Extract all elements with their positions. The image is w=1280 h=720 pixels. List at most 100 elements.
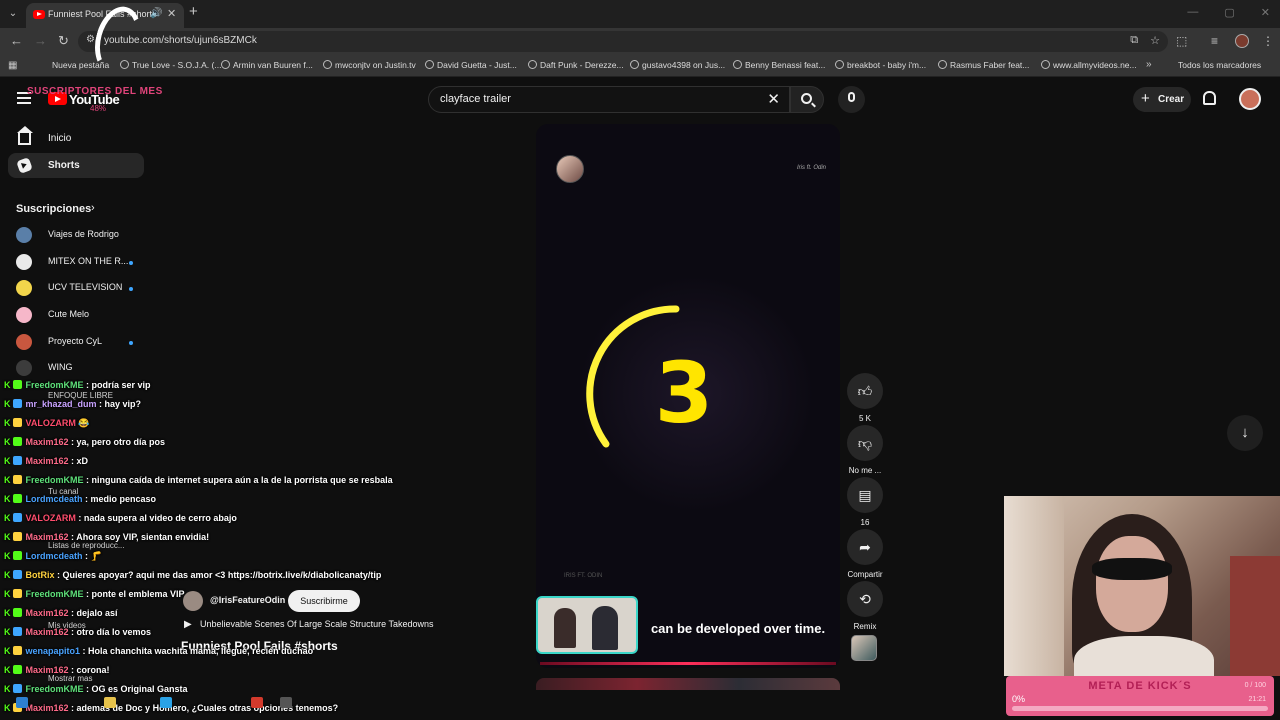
youtube-favicon-icon (33, 10, 45, 19)
bookmark-globe-icon (938, 60, 947, 69)
channel-avatar (16, 227, 32, 243)
chat-badge-icon (12, 475, 22, 484)
share-arrow-icon: ➦ (847, 529, 883, 565)
new-tab-icon[interactable]: + (189, 3, 198, 20)
sidebar-item-shorts[interactable]: Shorts (8, 153, 144, 178)
person-figure (554, 608, 576, 648)
subscription-item[interactable]: Cute Melo (16, 305, 146, 325)
subscribe-button[interactable]: Suscribirme (288, 590, 360, 612)
bookmark-item[interactable]: Rasmus Faber feat... (938, 60, 1029, 70)
next-short-arrow-icon[interactable]: ↓ (1227, 415, 1263, 451)
tab-close-icon[interactable]: ✕ (167, 7, 176, 20)
audio-source-thumbnail[interactable] (851, 635, 877, 661)
channel-name: WING (48, 362, 73, 372)
voice-search-button[interactable] (838, 86, 865, 113)
bookmark-item[interactable]: mwconjtv on Justin.tv (323, 60, 416, 70)
chat-text: : corona! (68, 665, 110, 675)
site-info-icon[interactable]: ⚙ (86, 34, 95, 45)
creator-avatar[interactable] (183, 591, 203, 611)
create-button[interactable]: + Crear (1133, 87, 1191, 112)
maximize-icon[interactable]: ▢ (1224, 6, 1234, 19)
bookmark-item[interactable]: www.allmyvideos.ne... (1041, 60, 1137, 70)
folder-icon[interactable] (104, 697, 116, 708)
minimize-icon[interactable]: — (1187, 6, 1198, 19)
bookmarks-overflow-icon[interactable]: » (1146, 59, 1152, 70)
creator-handle[interactable]: @IrisFeatureOdin (210, 595, 285, 605)
back-icon[interactable]: ← (10, 33, 23, 48)
address-bar[interactable]: ⚙ youtube.com/shorts/ujun6sBZMCk ⧉ ☆ (78, 31, 1168, 52)
related-video-link[interactable]: Unbelievable Scenes Of Large Scale Struc… (200, 619, 433, 629)
media-control-icon[interactable]: ≡ (1211, 34, 1218, 48)
chat-text: : ponte el emblema VIP (83, 589, 185, 599)
browser-taskbar-icon[interactable] (160, 697, 172, 708)
notifications-bell-icon[interactable] (1203, 91, 1216, 105)
bookmark-item[interactable]: Daft Punk - Derezze... (528, 60, 624, 70)
app-taskbar-icon[interactable] (251, 697, 263, 708)
tab-search-icon[interactable]: ⌄ (4, 5, 22, 23)
remix-button[interactable]: ⟲ Remix (845, 581, 885, 631)
chat-message: K Maxim162 : corona! (4, 665, 110, 684)
bookmark-item[interactable]: Benny Benassi feat... (733, 60, 825, 70)
all-bookmarks-folder[interactable]: Todos los marcadores (1178, 60, 1261, 70)
dislike-button[interactable]: 👎︎ No me ... (845, 425, 885, 475)
chat-text: : xD (68, 456, 89, 466)
chat-text: : hay vip? (96, 399, 142, 409)
bookmarks-bar: ▦ Nueva pestaña True Love - S.O.J.A. (..… (0, 55, 1280, 77)
thumbs-up-icon: 👍︎ (847, 373, 883, 409)
play-icon: ▶ (184, 619, 192, 630)
search-button[interactable] (790, 86, 824, 113)
speaker-icon[interactable]: 🔊 (150, 8, 162, 19)
cast-icon[interactable]: ⧉ (1130, 34, 1138, 47)
webcam-mask (1092, 558, 1172, 580)
chat-message: K Maxim162 : dejalo así (4, 608, 118, 627)
subscription-item[interactable]: Proyecto CyL (16, 332, 146, 352)
extensions-icon[interactable]: ⬚ (1176, 34, 1187, 48)
app-taskbar-icon[interactable] (280, 697, 292, 708)
video-progress-bar[interactable] (540, 662, 836, 665)
subscription-item[interactable]: WING (16, 358, 146, 378)
browser-menu-icon[interactable]: ⋮ (1262, 34, 1274, 48)
sidebar-item-inicio[interactable]: Inicio (8, 126, 144, 151)
comments-button[interactable]: ▤ 16 (845, 477, 885, 527)
subscription-item[interactable]: Viajes de Rodrigo (16, 225, 146, 245)
subscriptions-heading[interactable]: Suscripciones (16, 203, 91, 215)
sidebar-item-label: Shorts (48, 160, 80, 171)
video-watermark-bottom: IRIS FT. ODIN (564, 573, 603, 579)
clear-search-icon[interactable]: ✕ (767, 90, 780, 108)
chat-text: : ya, pero otro día pos (68, 437, 166, 447)
bookmark-star-icon[interactable]: ☆ (1150, 34, 1160, 47)
next-short-preview[interactable] (536, 678, 840, 690)
chevron-right-icon[interactable]: › (91, 202, 95, 214)
chat-text: : 🦵 (82, 551, 102, 561)
close-window-icon[interactable]: ✕ (1261, 6, 1270, 19)
reload-icon[interactable]: ↻ (58, 33, 69, 49)
account-avatar[interactable] (1239, 88, 1261, 110)
shorts-video-player[interactable]: Iris ft. Odin 3 IRIS FT. ODIN can be dev… (536, 124, 840, 668)
comment-count: 16 (860, 518, 870, 527)
bookmark-item[interactable]: David Guetta - Just... (425, 60, 517, 70)
shorts-icon (16, 157, 33, 174)
create-label: Crear (1158, 94, 1185, 105)
video-channel-avatar[interactable] (556, 155, 584, 183)
bookmark-item[interactable]: Armin van Buuren f... (221, 60, 313, 70)
channel-avatar (16, 307, 32, 323)
kick-platform-icon: K (4, 399, 11, 409)
bookmark-item[interactable]: breakbot - baby i'm... (835, 60, 926, 70)
like-button[interactable]: 👍︎ 5 K (845, 373, 885, 423)
windows-start-icon[interactable] (16, 697, 28, 708)
channel-name: Proyecto CyL (48, 336, 103, 346)
chat-message: Kmr_khazad_dum : hay vip? (4, 399, 141, 418)
search-input[interactable]: clayface trailer ✕ (428, 86, 790, 113)
chat-username: mr_khazad_dum (25, 399, 97, 409)
bookmark-item[interactable]: True Love - S.O.J.A. (... (120, 60, 221, 70)
chat-message: K Lordmcdeath : medio pencaso (4, 494, 156, 513)
chat-message: K FreedomKME : ninguna caída de internet … (4, 475, 393, 494)
forward-icon[interactable]: → (34, 33, 47, 48)
browser-profile-avatar[interactable] (1235, 34, 1249, 48)
share-button[interactable]: ➦ Compartir (845, 529, 885, 579)
apps-grid-icon[interactable]: ▦ (8, 60, 17, 71)
subscription-item[interactable]: MITEX ON THE R... (16, 252, 146, 272)
subscription-item[interactable]: UCV TELEVISION (16, 278, 146, 298)
bookmark-item[interactable]: gustavo4398 on Jus... (630, 60, 725, 70)
kick-platform-icon: K (4, 418, 11, 428)
